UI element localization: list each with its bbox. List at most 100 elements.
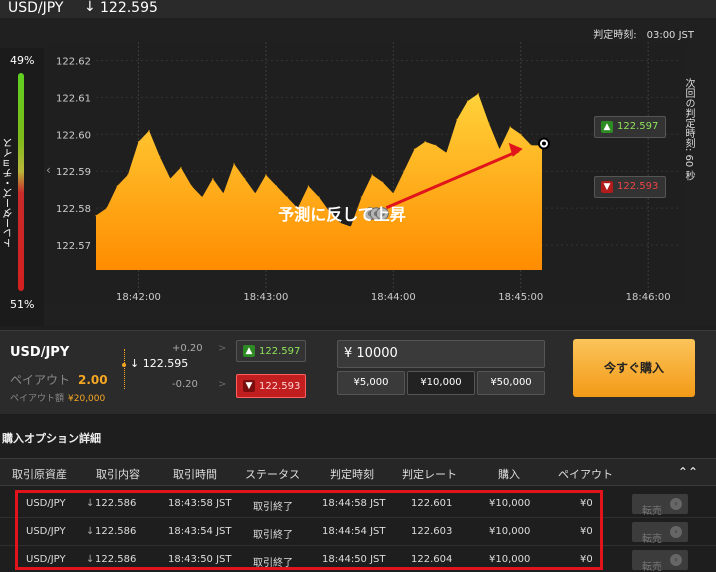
high-rate: 122.597: [259, 346, 301, 357]
row-asset: USD/JPY: [26, 554, 66, 565]
row-rate: 122.601: [411, 498, 453, 509]
resell-label: 転売: [642, 562, 662, 572]
low-button[interactable]: ▼ 122.593: [236, 374, 306, 398]
trader-choice-label: トレーダーズ・チョイス: [4, 138, 15, 248]
data-point: [488, 122, 490, 125]
row-judge: 18:44:58 JST: [322, 498, 386, 509]
row-judge: 18:44:54 JST: [322, 526, 386, 537]
data-point: [190, 185, 193, 187]
data-point: [158, 155, 161, 158]
chart-low-button[interactable]: ▼ 122.593: [594, 176, 666, 198]
data-point: [509, 126, 511, 128]
data-point: [413, 148, 416, 150]
chart-high-button[interactable]: ▲ 122.597: [594, 116, 666, 138]
range-line: [124, 349, 125, 389]
current-price-dot-center: [541, 141, 546, 146]
chart-area: 判定時刻: 03:00 JST 49% トレーダーズ・チョイス 51% 18:42…: [0, 18, 716, 326]
resell-button[interactable]: 転売 ›: [632, 550, 688, 572]
row-asset: USD/JPY: [26, 498, 66, 509]
data-point: [212, 177, 214, 180]
data-point: [456, 118, 458, 121]
y-tick-label: 122.57: [56, 241, 91, 252]
data-point: [243, 177, 246, 180]
y-tick-label: 122.61: [56, 93, 91, 104]
row-payout: ¥0: [580, 526, 593, 537]
data-point: [265, 174, 267, 176]
data-point: [116, 185, 119, 187]
row-time: 18:43:50 JST: [168, 554, 232, 565]
trade-panel: USD/JPY ペイアウト 2.00 ペイアウト額 ¥20,000 +0.20 > …: [0, 330, 716, 414]
data-point: [201, 196, 203, 198]
data-point: [381, 181, 384, 184]
down-arrow-icon: ↓: [86, 526, 95, 537]
chevron-right-icon: >: [218, 379, 227, 390]
resell-button[interactable]: 転売 ›: [632, 522, 688, 545]
data-point: [530, 144, 533, 147]
data-point: [424, 140, 426, 143]
data-point: [169, 177, 172, 180]
data-point: [434, 144, 437, 147]
down-arrow-icon: ▼: [243, 380, 255, 392]
preset-10000-button[interactable]: ¥10,000: [407, 371, 475, 395]
data-point: [371, 174, 373, 176]
high-button[interactable]: ▲ 122.597: [236, 340, 306, 362]
table-row: USD/JPY ↓ 122.586 18:43:58 JST 取引終了 18:4…: [0, 490, 716, 518]
y-tick-label: 122.60: [56, 130, 91, 141]
amount-input[interactable]: ¥ 10000: [337, 340, 545, 368]
down-arrow-icon: ↓: [130, 357, 140, 370]
mid-rate: ↓ 122.595: [130, 357, 188, 370]
data-point: [95, 214, 97, 217]
down-arrow-icon: ↓: [84, 0, 96, 15]
mid-rate-value: 122.595: [142, 357, 189, 370]
row-buy: ¥10,000: [489, 554, 531, 565]
data-point: [318, 196, 320, 198]
annotation-text: 予測に反して上昇: [278, 205, 406, 224]
header-symbol: USD/JPY: [8, 0, 64, 16]
data-point: [254, 192, 257, 195]
data-point: [286, 196, 288, 198]
chart-low-rate: 122.593: [617, 181, 659, 192]
data-point: [307, 185, 310, 187]
collapse-icon[interactable]: ⌃⌃: [678, 465, 698, 479]
down-arrow-icon: ↓: [86, 554, 95, 565]
header-rate: 122.595: [100, 0, 158, 16]
trader-choice-panel: 49% トレーダーズ・チョイス 51%: [0, 48, 44, 326]
col-status: ステータス: [245, 468, 300, 481]
row-buy: ¥10,000: [489, 526, 531, 537]
x-tick-label: 18:44:00: [371, 292, 416, 303]
y-tick-label: 122.58: [56, 204, 91, 215]
trader-choice-bottom-pct: 51%: [10, 298, 35, 311]
y-tick-label: 122.59: [56, 167, 91, 178]
resell-button[interactable]: 転売 ›: [632, 494, 688, 517]
row-content: 122.586: [95, 554, 137, 565]
payout-value: 2.00: [78, 373, 108, 387]
col-asset: 取引原資産: [12, 468, 67, 481]
row-asset: USD/JPY: [26, 526, 66, 537]
row-content: 122.586: [95, 498, 137, 509]
trader-choice-bar: [18, 73, 24, 291]
x-tick-label: 18:46:00: [626, 292, 671, 303]
table-row: USD/JPY ↓ 122.586 18:43:54 JST 取引終了 18:4…: [0, 518, 716, 546]
chevron-right-icon: ›: [670, 498, 682, 510]
judge-time: 判定時刻: 03:00 JST: [593, 26, 694, 41]
row-rate: 122.604: [411, 554, 453, 565]
x-tick-label: 18:45:00: [498, 292, 543, 303]
col-content: 取引内容: [96, 468, 140, 481]
preset-50000-button[interactable]: ¥50,000: [477, 371, 545, 395]
data-point: [392, 192, 395, 195]
price-chart: 18:42:00 18:43:00 18:44:00 18:45:00 18:46:00…: [46, 42, 686, 304]
trading-screen: USD/JPY ↓ 122.595 判定時刻: 03:00 JST 49% トレー…: [0, 0, 716, 572]
data-point: [233, 163, 235, 165]
data-point: [222, 192, 225, 195]
data-point: [275, 185, 278, 187]
top-bar: USD/JPY ↓ 122.595: [0, 0, 716, 18]
preset-5000-button[interactable]: ¥5,000: [337, 371, 405, 395]
x-tick-label: 18:42:00: [116, 292, 161, 303]
row-rate: 122.603: [411, 526, 453, 537]
up-arrow-icon: ▲: [243, 345, 255, 357]
data-point: [148, 129, 150, 132]
judge-label: 判定時刻:: [593, 30, 637, 41]
buy-now-button[interactable]: 今すぐ購入: [573, 339, 695, 397]
data-point: [477, 92, 480, 95]
chevron-right-icon: ›: [670, 526, 682, 538]
